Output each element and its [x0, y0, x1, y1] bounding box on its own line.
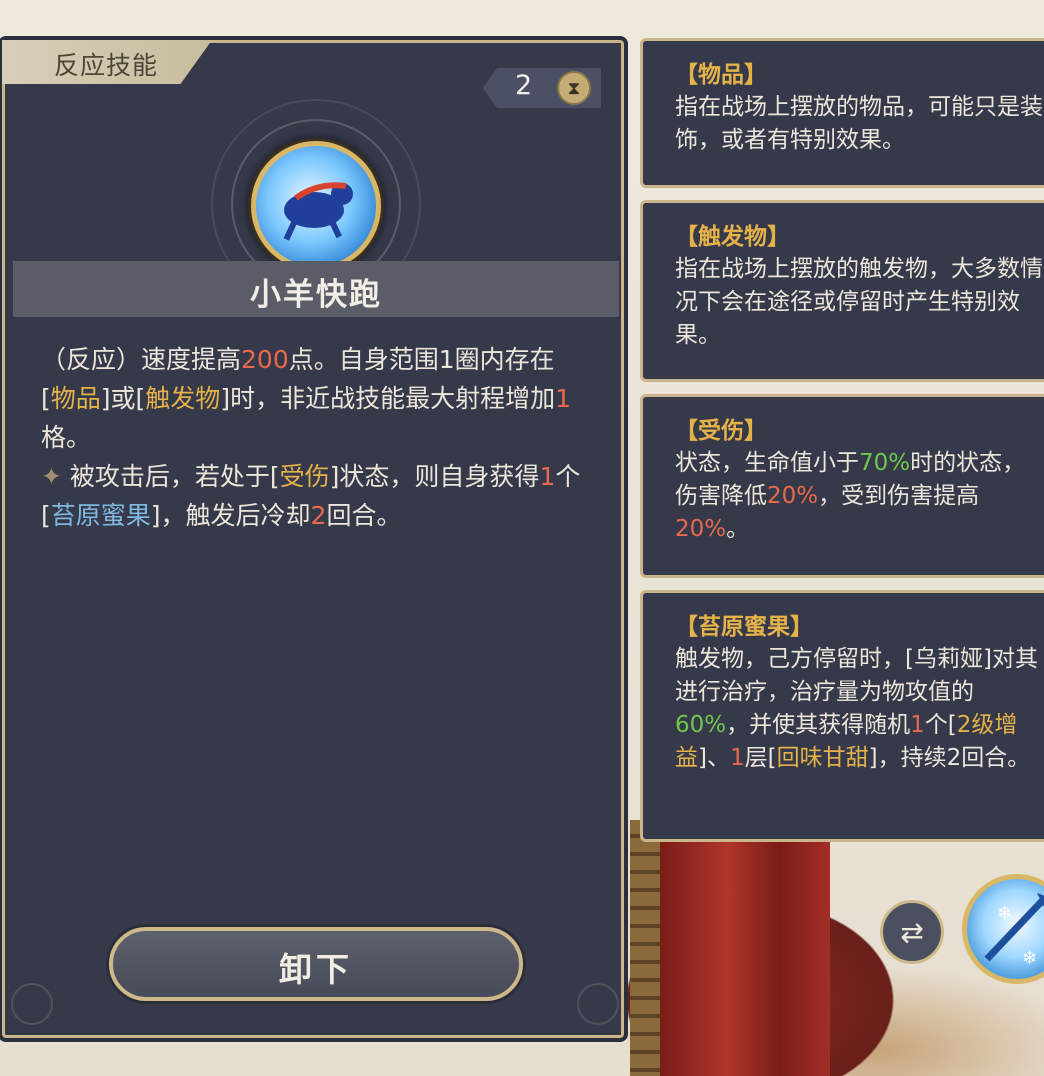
gloss-text: 层[	[744, 745, 777, 771]
gloss-text: 。	[726, 516, 750, 542]
cost-value: 2	[515, 70, 533, 101]
glossary-card-item: 【物品】 指在战场上摆放的物品，可能只是装饰，或者有特别效果。	[640, 38, 1044, 188]
hourglass-icon: ⧗	[557, 71, 591, 105]
skill-detail-panel: 反应技能 2 ⧗ 小羊快跑 （反应）速度提高200点。自身范围1圈内存在[物品]…	[2, 40, 624, 1038]
gloss-value: 1	[729, 745, 745, 771]
star-bullet-icon: ✦	[41, 462, 62, 491]
gloss-value: 20%	[675, 516, 727, 542]
keyword-aftertaste[interactable]: 回味甘甜	[777, 745, 869, 771]
corner-ornament	[577, 983, 619, 1025]
swap-arrows-icon[interactable]: ⇄	[880, 900, 944, 964]
gloss-value: 60%	[675, 712, 727, 738]
skill-description: （反应）速度提高200点。自身范围1圈内存在[物品]或[触发物]时，非近战技能最…	[41, 340, 589, 535]
desc-number: 1	[555, 384, 571, 413]
keyword-injured[interactable]: 受伤	[280, 462, 330, 491]
gloss-text: ]、	[698, 745, 730, 771]
gloss-value: 20%	[767, 483, 819, 509]
gloss-text: 触发物，己方停留时，[乌莉娅]对其进行治疗，治疗量为物攻值的	[675, 646, 1038, 705]
svg-text:❄: ❄	[1022, 948, 1037, 969]
glossary-card-trigger: 【触发物】 指在战场上摆放的触发物，大多数情况下会在途径或停留时产生特别效果。	[640, 200, 1044, 382]
glossary-body: 触发物，己方停留时，[乌莉娅]对其进行治疗，治疗量为物攻值的 60%，并使其获得随…	[675, 643, 1044, 775]
desc-text: 回合。	[326, 501, 402, 530]
keyword-item[interactable]: 物品	[51, 384, 101, 413]
skill-category-label: 反应技能	[54, 51, 159, 80]
desc-text: ]或[	[100, 384, 146, 413]
desc-text: ]状态，则自身获得	[329, 462, 540, 491]
gloss-value: 70%	[859, 450, 911, 476]
desc-text: （反应）速度提高	[41, 345, 242, 374]
glossary-card-injured: 【受伤】 状态，生命值小于70%时的状态，伤害降低20%，受到伤害提高20%。	[640, 394, 1044, 578]
svg-text:❄: ❄	[997, 903, 1012, 924]
keyword-trigger[interactable]: 触发物	[145, 384, 220, 413]
desc-number: 2	[310, 501, 327, 530]
background-chain	[630, 820, 660, 1076]
glossary-title: 【触发物】	[675, 224, 790, 250]
ice-spear-skill-icon[interactable]: ❄ ❄	[962, 874, 1044, 984]
unload-button[interactable]: 卸下	[109, 927, 523, 1001]
gloss-value: 1	[910, 712, 925, 738]
desc-text: ]时，非近战技能最大射程增加	[220, 384, 556, 413]
desc-text: 格。	[41, 423, 92, 452]
glossary-body: 指在战场上摆放的触发物，大多数情况下会在途径或停留时产生特别效果。	[675, 256, 1043, 348]
gloss-text: ，受到伤害提高	[818, 483, 980, 509]
desc-number: 1	[539, 462, 556, 491]
glossary-title: 【物品】	[675, 62, 767, 88]
glossary-title: 【苔原蜜果】	[675, 614, 813, 640]
skill-title-bar: 小羊快跑	[13, 261, 619, 317]
background-drape	[660, 840, 830, 1076]
glossary-card-tundra-berry: 【苔原蜜果】 触发物，己方停留时，[乌莉娅]对其进行治疗，治疗量为物攻值的 60%…	[640, 590, 1044, 842]
unload-button-label: 卸下	[279, 950, 353, 989]
skill-category-tag: 反应技能	[2, 40, 212, 84]
gloss-text: 状态，生命值小于	[675, 450, 859, 476]
keyword-tundra-berry[interactable]: 苔原蜜果	[51, 501, 151, 530]
gloss-text: ，并使其获得随机	[726, 712, 911, 738]
glossary-body: 状态，生命值小于70%时的状态，伤害降低20%，受到伤害提高20%。	[675, 447, 1044, 546]
description-paragraph: ✦ 被攻击后，若处于[受伤]状态，则自身获得1个[苔原蜜果]，触发后冷却2回合。	[41, 457, 589, 535]
glossary-body: 指在战场上摆放的物品，可能只是装饰，或者有特别效果。	[675, 94, 1043, 153]
running-sheep-icon	[251, 141, 381, 271]
corner-ornament	[11, 983, 53, 1025]
gloss-text: ]，持续2回合。	[868, 745, 1031, 771]
desc-text: ]，触发后冷却	[150, 501, 311, 530]
desc-number: 200	[241, 345, 289, 374]
glossary-title: 【受伤】	[675, 418, 767, 444]
skill-name: 小羊快跑	[250, 277, 382, 313]
gloss-text: 个[	[924, 712, 957, 738]
description-paragraph: （反应）速度提高200点。自身范围1圈内存在[物品]或[触发物]时，非近战技能最…	[41, 340, 589, 457]
desc-text: 被攻击后，若处于[	[61, 462, 280, 491]
